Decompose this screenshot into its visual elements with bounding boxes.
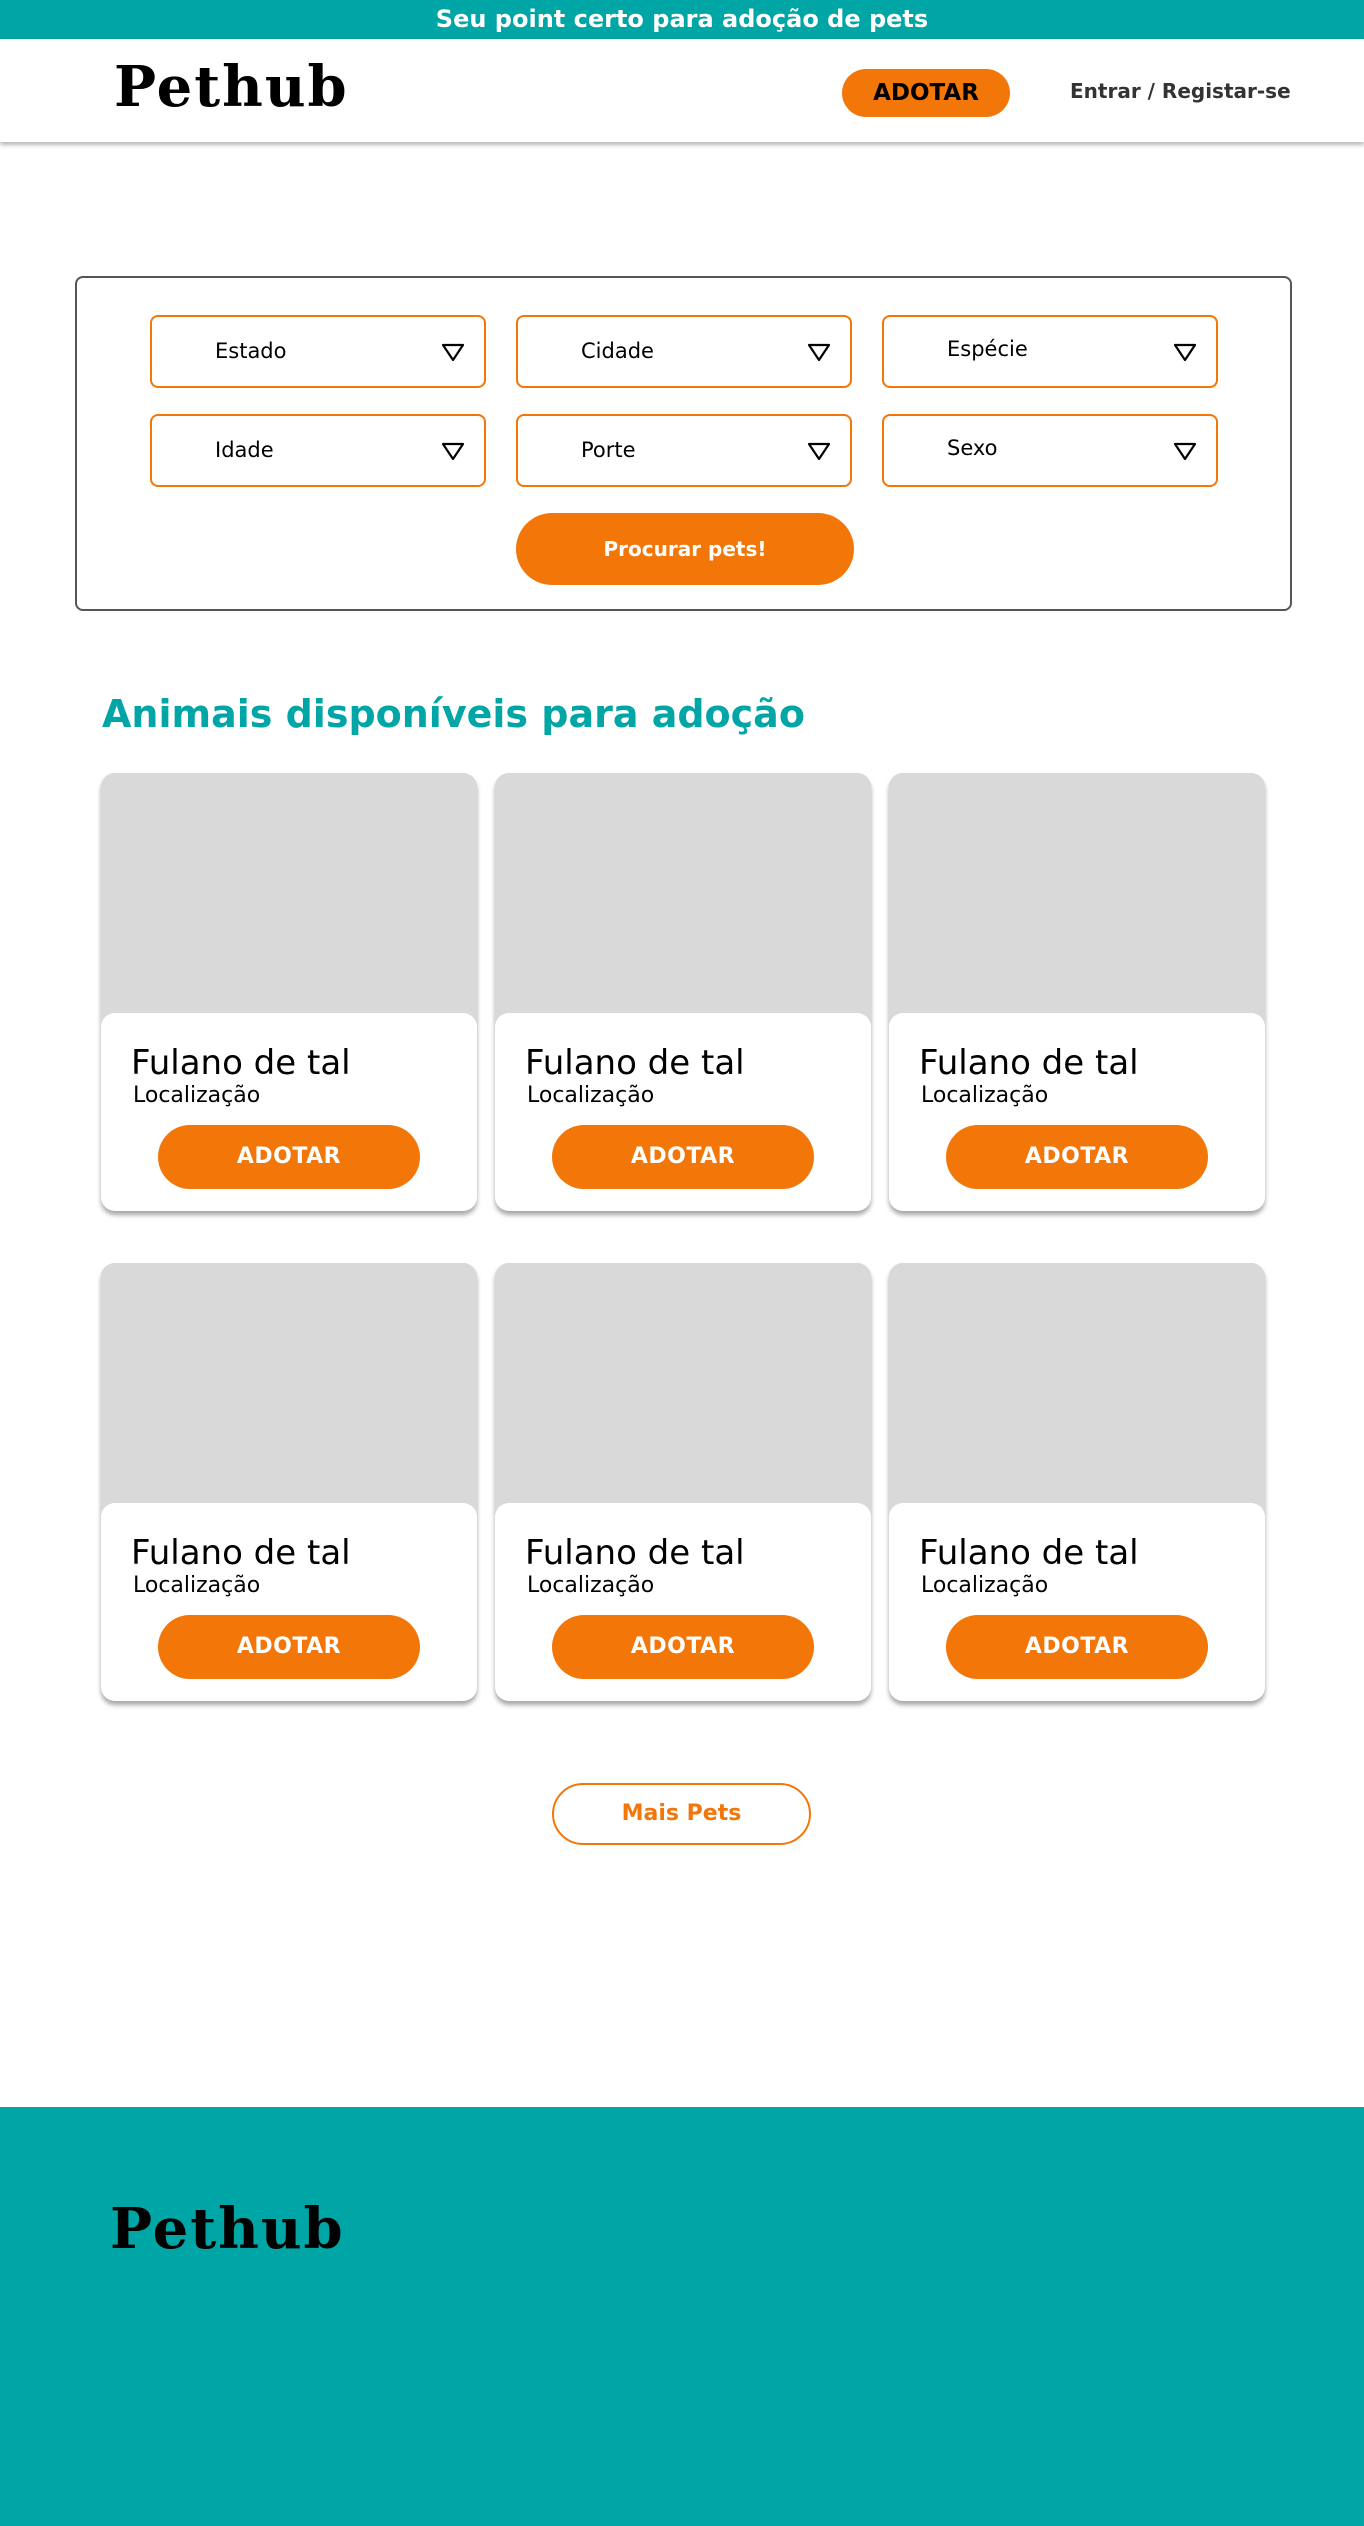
chevron-down-icon [441,442,465,461]
pet-card[interactable]: Fulano de tal Localização ADOTAR [889,1263,1265,1701]
pet-name: Fulano de tal [919,1533,1139,1573]
pet-name: Fulano de tal [131,1043,351,1083]
announcement-bar: Seu point certo para adoção de pets [0,0,1364,39]
pet-location: Localização [527,1083,655,1108]
section-title: Animais disponíveis para adoção [102,692,805,736]
pet-name: Fulano de tal [131,1533,351,1573]
cidade-select[interactable]: Cidade [516,315,852,388]
footer-logo[interactable]: Pethub [110,2196,345,2262]
pet-photo [889,773,1265,1015]
chevron-down-icon [807,343,831,362]
pet-photo [495,773,871,1015]
pet-card[interactable]: Fulano de tal Localização ADOTAR [495,773,871,1211]
more-pets-button[interactable]: Mais Pets [552,1783,811,1845]
pet-card-info: Fulano de tal Localização ADOTAR [495,1503,871,1701]
header-adopt-button[interactable]: ADOTAR [842,69,1010,117]
search-pets-button[interactable]: Procurar pets! [516,513,854,585]
idade-select-label: Idade [215,438,274,462]
pet-card[interactable]: Fulano de tal Localização ADOTAR [495,1263,871,1701]
pet-photo [495,1263,871,1505]
cidade-select-label: Cidade [581,339,654,363]
adopt-button[interactable]: ADOTAR [552,1615,814,1679]
pet-photo [101,773,477,1015]
logo[interactable]: Pethub [114,54,349,120]
chevron-down-icon [1173,442,1197,461]
sexo-select[interactable]: Sexo [882,414,1218,487]
pet-card-info: Fulano de tal Localização ADOTAR [101,1503,477,1701]
adopt-button[interactable]: ADOTAR [946,1615,1208,1679]
pet-photo [889,1263,1265,1505]
estado-select[interactable]: Estado [150,315,486,388]
sexo-select-label: Sexo [947,436,998,460]
pet-card-info: Fulano de tal Localização ADOTAR [495,1013,871,1211]
pet-name: Fulano de tal [919,1043,1139,1083]
estado-select-label: Estado [215,339,287,363]
pet-card[interactable]: Fulano de tal Localização ADOTAR [101,1263,477,1701]
site-footer: Pethub [0,2107,1364,2526]
porte-select-label: Porte [581,438,636,462]
chevron-down-icon [441,343,465,362]
adopt-button[interactable]: ADOTAR [552,1125,814,1189]
chevron-down-icon [1173,343,1197,362]
filter-panel: Estado Cidade Espécie Idade Porte Sexo P… [75,276,1292,611]
pet-card[interactable]: Fulano de tal Localização ADOTAR [889,773,1265,1211]
login-register-link[interactable]: Entrar / Registar-se [1070,79,1291,103]
porte-select[interactable]: Porte [516,414,852,487]
pet-card-info: Fulano de tal Localização ADOTAR [101,1013,477,1211]
site-header: Pethub ADOTAR Entrar / Registar-se [0,39,1364,142]
pet-name: Fulano de tal [525,1043,745,1083]
pet-card[interactable]: Fulano de tal Localização ADOTAR [101,773,477,1211]
pet-location: Localização [133,1083,261,1108]
especie-select-label: Espécie [947,337,1028,361]
pet-location: Localização [921,1573,1049,1598]
adopt-button[interactable]: ADOTAR [946,1125,1208,1189]
pet-location: Localização [527,1573,655,1598]
chevron-down-icon [807,442,831,461]
pet-name: Fulano de tal [525,1533,745,1573]
pet-card-info: Fulano de tal Localização ADOTAR [889,1013,1265,1211]
pet-location: Localização [133,1573,261,1598]
pet-location: Localização [921,1083,1049,1108]
pet-card-info: Fulano de tal Localização ADOTAR [889,1503,1265,1701]
idade-select[interactable]: Idade [150,414,486,487]
adopt-button[interactable]: ADOTAR [158,1615,420,1679]
adopt-button[interactable]: ADOTAR [158,1125,420,1189]
pet-photo [101,1263,477,1505]
especie-select[interactable]: Espécie [882,315,1218,388]
